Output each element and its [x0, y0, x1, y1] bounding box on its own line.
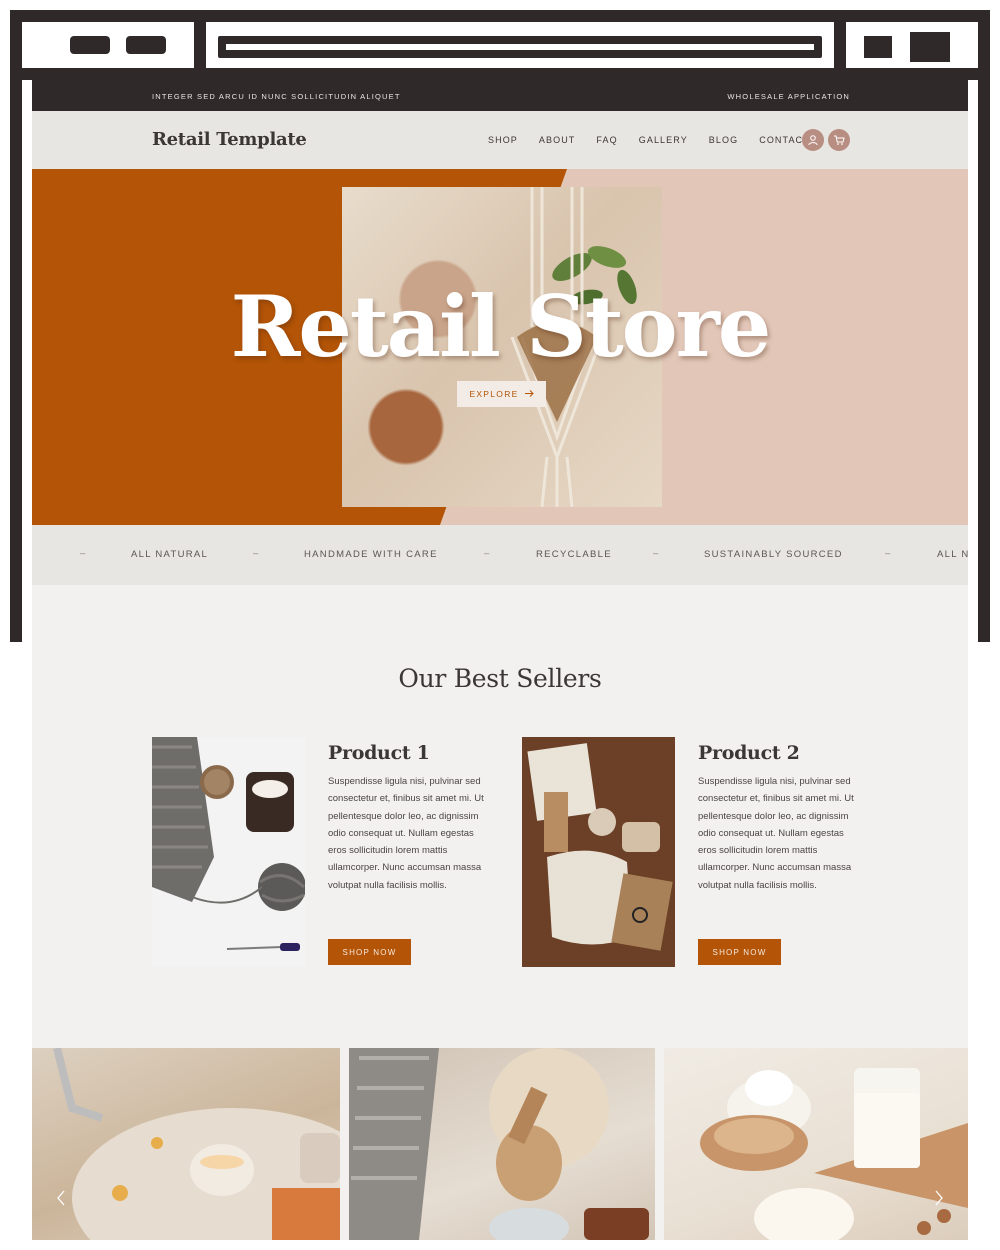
- ticker-separator: –: [885, 548, 891, 559]
- ticker-separator: –: [253, 548, 259, 559]
- category-card-bath[interactable]: [32, 1048, 340, 1240]
- ticker-separator: –: [653, 548, 659, 559]
- product-2-shop-now-button[interactable]: SHOP NOW: [698, 939, 781, 965]
- announcement-text: INTEGER SED ARCU ID NUNC SOLLICITUDIN AL…: [152, 92, 401, 101]
- ticker-item: ALL NATURAL: [131, 549, 209, 560]
- ticker-item: SUSTAINABLY SOURCED: [704, 549, 843, 560]
- brand-logo[interactable]: Retail Template: [152, 129, 307, 150]
- nav-about[interactable]: ABOUT: [539, 135, 576, 145]
- product-1-shop-now-button[interactable]: SHOP NOW: [328, 939, 411, 965]
- maximize-button[interactable]: [910, 32, 950, 62]
- forward-button[interactable]: [126, 36, 166, 54]
- nav-shop[interactable]: SHOP: [488, 135, 518, 145]
- explore-button-label: EXPLORE: [469, 389, 519, 399]
- best-sellers-title: Our Best Sellers: [398, 664, 602, 693]
- product-1-description: Suspendisse ligula nisi, pulvinar sed co…: [328, 776, 484, 891]
- feature-ticker: – ALL NATURAL – HANDMADE WITH CARE – REC…: [32, 525, 968, 585]
- category-card-kitchen[interactable]: [664, 1048, 968, 1240]
- ticker-separator: –: [80, 548, 86, 559]
- browser-toolbar: [22, 22, 978, 80]
- carousel-prev-button[interactable]: [56, 1190, 66, 1211]
- product-2-description: Suspendisse ligula nisi, pulvinar sed co…: [698, 776, 854, 891]
- category-card-body-care[interactable]: [349, 1048, 655, 1240]
- hero-title: Retail Store: [230, 277, 772, 376]
- product-2-image[interactable]: [522, 737, 675, 967]
- wholesale-link[interactable]: WHOLESALE APPLICATION: [727, 92, 850, 101]
- explore-button[interactable]: EXPLORE: [457, 381, 546, 407]
- website: INTEGER SED ARCU ID NUNC SOLLICITUDIN AL…: [32, 80, 968, 1240]
- ticker-separator: –: [484, 548, 490, 559]
- chevron-left-icon: [57, 1190, 65, 1206]
- ticker-item: RECYCLABLE: [536, 549, 612, 560]
- back-button[interactable]: [70, 36, 110, 54]
- nav-blog[interactable]: BLOG: [709, 135, 738, 145]
- product-2-name[interactable]: Product 2: [698, 742, 800, 764]
- ticker-item: ALL N: [937, 549, 968, 560]
- arrow-right-icon: [524, 389, 534, 399]
- ticker-item: HANDMADE WITH CARE: [304, 549, 438, 560]
- product-1-name[interactable]: Product 1: [328, 742, 430, 764]
- nav-faq[interactable]: FAQ: [596, 135, 617, 145]
- nav-gallery[interactable]: GALLERY: [639, 135, 688, 145]
- minimize-button[interactable]: [864, 36, 892, 58]
- carousel-next-button[interactable]: [934, 1190, 944, 1211]
- toolbar-divider: [834, 22, 846, 68]
- toolbar-divider: [194, 22, 206, 68]
- site-header: Retail Template SHOP ABOUT FAQ GALLERY B…: [32, 111, 968, 169]
- cart-icon[interactable]: [828, 129, 850, 151]
- chevron-right-icon: [935, 1190, 943, 1206]
- user-icon[interactable]: [802, 129, 824, 151]
- announcement-bar: INTEGER SED ARCU ID NUNC SOLLICITUDIN AL…: [32, 80, 968, 111]
- address-bar[interactable]: [218, 36, 822, 58]
- main-nav: SHOP ABOUT FAQ GALLERY BLOG CONTACT: [488, 135, 831, 145]
- hero-banner: Retail Store EXPLORE: [32, 169, 968, 525]
- product-1-image[interactable]: [152, 737, 305, 967]
